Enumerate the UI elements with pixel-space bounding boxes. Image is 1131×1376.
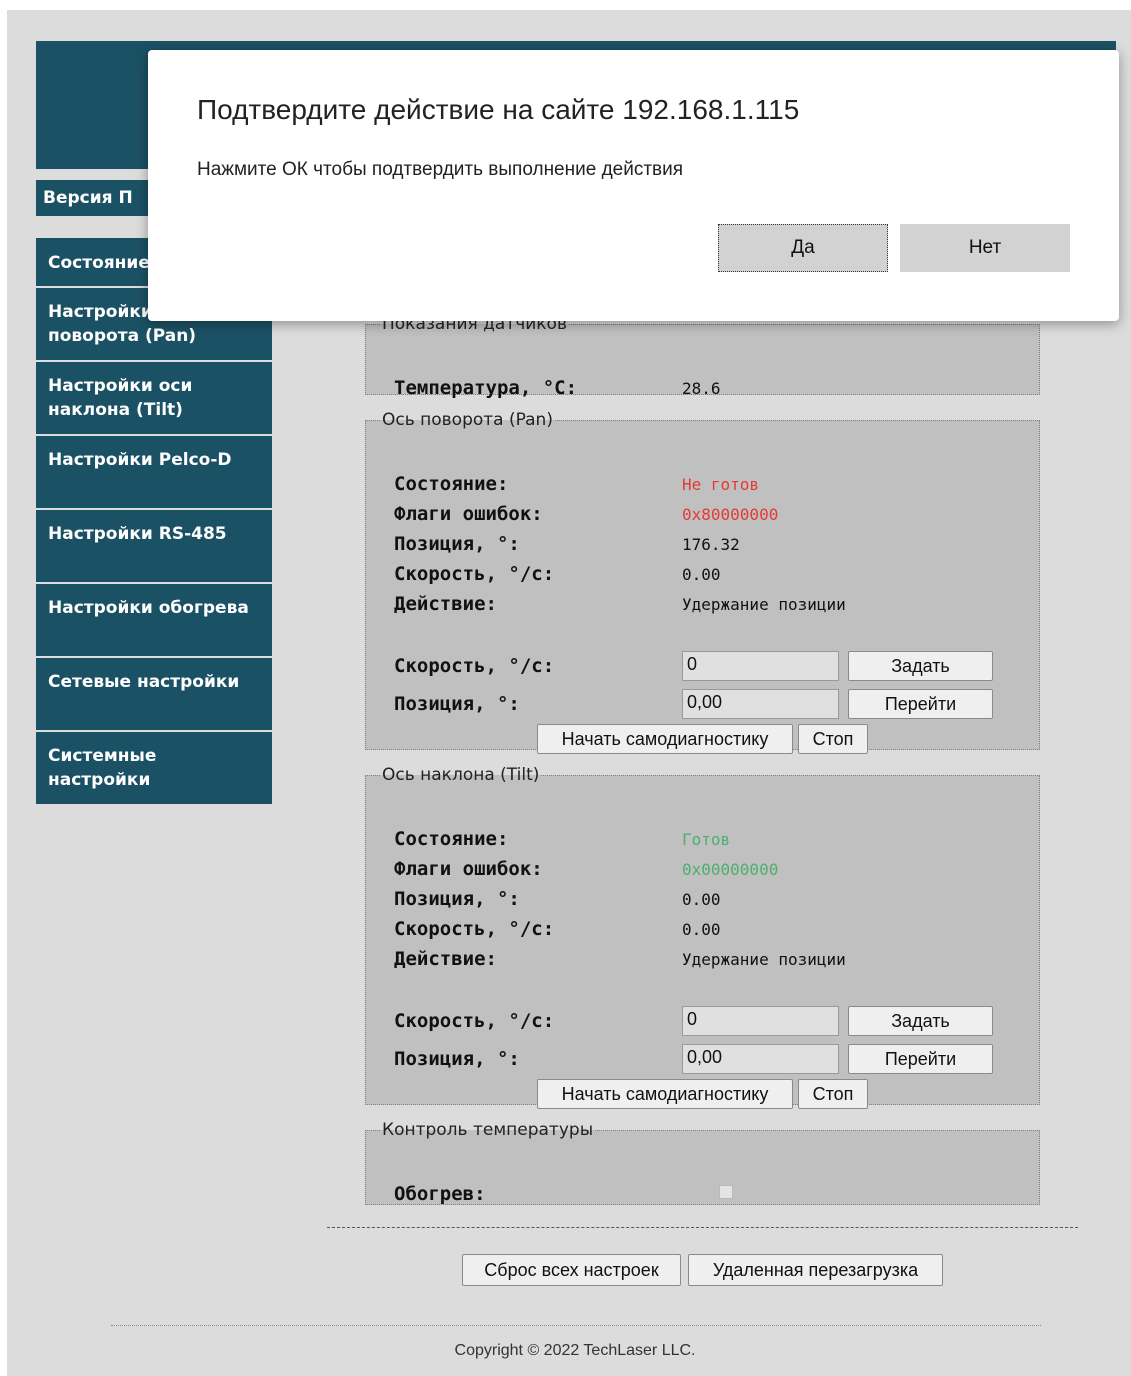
tilt-flags-row: Флаги ошибок: 0x00000000 <box>394 858 1029 884</box>
pan-action-row: Действие: Удержание позиции <box>394 593 1029 619</box>
tilt-action-label: Действие: <box>394 948 497 970</box>
heating-label: Обогрев: <box>394 1183 486 1205</box>
reset-settings-button[interactable]: Сброс всех настроек <box>462 1254 681 1286</box>
dialog-no-button[interactable]: Нет <box>900 224 1070 272</box>
footer-divider <box>111 1325 1041 1326</box>
pan-section: Ось поворота (Pan) Состояние: Не готов Ф… <box>365 410 1040 754</box>
tilt-legend: Ось наклона (Tilt) <box>382 765 540 785</box>
tilt-stop-button[interactable]: Стоп <box>798 1079 868 1109</box>
tilt-position-value: 0.00 <box>682 890 721 909</box>
pan-speed-label: Скорость, °/c: <box>394 563 555 585</box>
pan-set-speed-button[interactable]: Задать <box>848 651 993 681</box>
pan-stop-button[interactable]: Стоп <box>798 724 868 754</box>
temperature-label: Температура, °C: <box>394 377 578 399</box>
pan-flags-value: 0x80000000 <box>682 505 779 524</box>
pan-state-label: Состояние: <box>394 473 509 495</box>
temperature-control-section: Контроль температуры Обогрев: <box>365 1120 1040 1205</box>
pan-speed-input[interactable]: 0 <box>682 651 839 681</box>
pan-set-speed-label: Скорость, °/c: <box>394 655 555 677</box>
tilt-action-row: Действие: Удержание позиции <box>394 948 1029 974</box>
tilt-position-row: Позиция, °: 0.00 <box>394 888 1029 914</box>
tilt-go-button[interactable]: Перейти <box>848 1044 993 1074</box>
pan-flags-row: Флаги ошибок: 0x80000000 <box>394 503 1029 529</box>
pan-position-row: Позиция, °: 176.32 <box>394 533 1029 559</box>
dialog-yes-button[interactable]: Да <box>718 224 888 272</box>
sidebar-item-pelco-d[interactable]: Настройки Pelco-D <box>36 436 272 510</box>
tilt-set-speed-button[interactable]: Задать <box>848 1006 993 1036</box>
sidebar-item-network[interactable]: Сетевые настройки <box>36 658 272 732</box>
sidebar-item-system[interactable]: Системные настройки <box>36 732 272 806</box>
sensors-section: Показания датчиков Температура, °C: 28.6 <box>365 314 1040 399</box>
pan-position-input[interactable]: 0,00 <box>682 689 839 719</box>
dialog-title: Подтвердите действие на сайте 192.168.1.… <box>197 94 800 125</box>
pan-speed-value: 0.00 <box>682 565 721 584</box>
pan-legend: Ось поворота (Pan) <box>382 410 553 430</box>
dialog-message: Нажмите ОК чтобы подтвердить выполнение … <box>197 159 684 180</box>
remote-reboot-button[interactable]: Удаленная перезагрузка <box>688 1254 943 1286</box>
tilt-state-row: Состояние: Готов <box>394 828 1029 854</box>
pan-position-label: Позиция, °: <box>394 533 520 555</box>
pan-speed-row: Скорость, °/c: 0.00 <box>394 563 1029 589</box>
pan-set-position-label: Позиция, °: <box>394 693 520 715</box>
tilt-speed-input[interactable]: 0 <box>682 1006 839 1036</box>
tilt-speed-value: 0.00 <box>682 920 721 939</box>
heating-row: Обогрев: <box>394 1183 1029 1209</box>
pan-flags-label: Флаги ошибок: <box>394 503 543 525</box>
tilt-position-label: Позиция, °: <box>394 888 520 910</box>
sidebar: Состояние Настройки оси поворота (Pan) Н… <box>36 238 272 806</box>
tilt-selftest-button[interactable]: Начать самодиагностику <box>537 1079 793 1109</box>
heating-checkbox[interactable] <box>719 1185 733 1199</box>
temperature-value: 28.6 <box>682 379 721 398</box>
tilt-flags-label: Флаги ошибок: <box>394 858 543 880</box>
pan-action-label: Действие: <box>394 593 497 615</box>
tilt-set-speed-label: Скорость, °/c: <box>394 1010 555 1032</box>
tilt-state-value: Готов <box>682 830 731 849</box>
tilt-position-input[interactable]: 0,00 <box>682 1044 839 1074</box>
pan-action-value: Удержание позиции <box>682 595 846 614</box>
pan-position-value: 176.32 <box>682 535 740 554</box>
pan-state-value: Не готов <box>682 475 760 494</box>
sidebar-item-rs485[interactable]: Настройки RS-485 <box>36 510 272 584</box>
tilt-flags-value: 0x00000000 <box>682 860 779 879</box>
temperature-control-legend: Контроль температуры <box>382 1120 594 1140</box>
pan-state-row: Состояние: Не готов <box>394 473 1029 499</box>
tilt-section: Ось наклона (Tilt) Состояние: Готов Флаг… <box>365 765 1040 1109</box>
divider <box>327 1227 1078 1228</box>
confirm-dialog: Подтвердите действие на сайте 192.168.1.… <box>148 50 1119 321</box>
sidebar-item-tilt-settings[interactable]: Настройки оси наклона (Tilt) <box>36 362 272 436</box>
temperature-row: Температура, °C: 28.6 <box>394 377 1029 403</box>
tilt-action-value: Удержание позиции <box>682 950 846 969</box>
tilt-speed-row: Скорость, °/c: 0.00 <box>394 918 1029 944</box>
tilt-speed-label: Скорость, °/c: <box>394 918 555 940</box>
tilt-state-label: Состояние: <box>394 828 509 850</box>
sidebar-item-heating[interactable]: Настройки обогрева <box>36 584 272 658</box>
tilt-set-position-label: Позиция, °: <box>394 1048 520 1070</box>
copyright-text: Copyright © 2022 TechLaser LLC. <box>454 1342 696 1359</box>
pan-go-button[interactable]: Перейти <box>848 689 993 719</box>
pan-selftest-button[interactable]: Начать самодиагностику <box>537 724 793 754</box>
